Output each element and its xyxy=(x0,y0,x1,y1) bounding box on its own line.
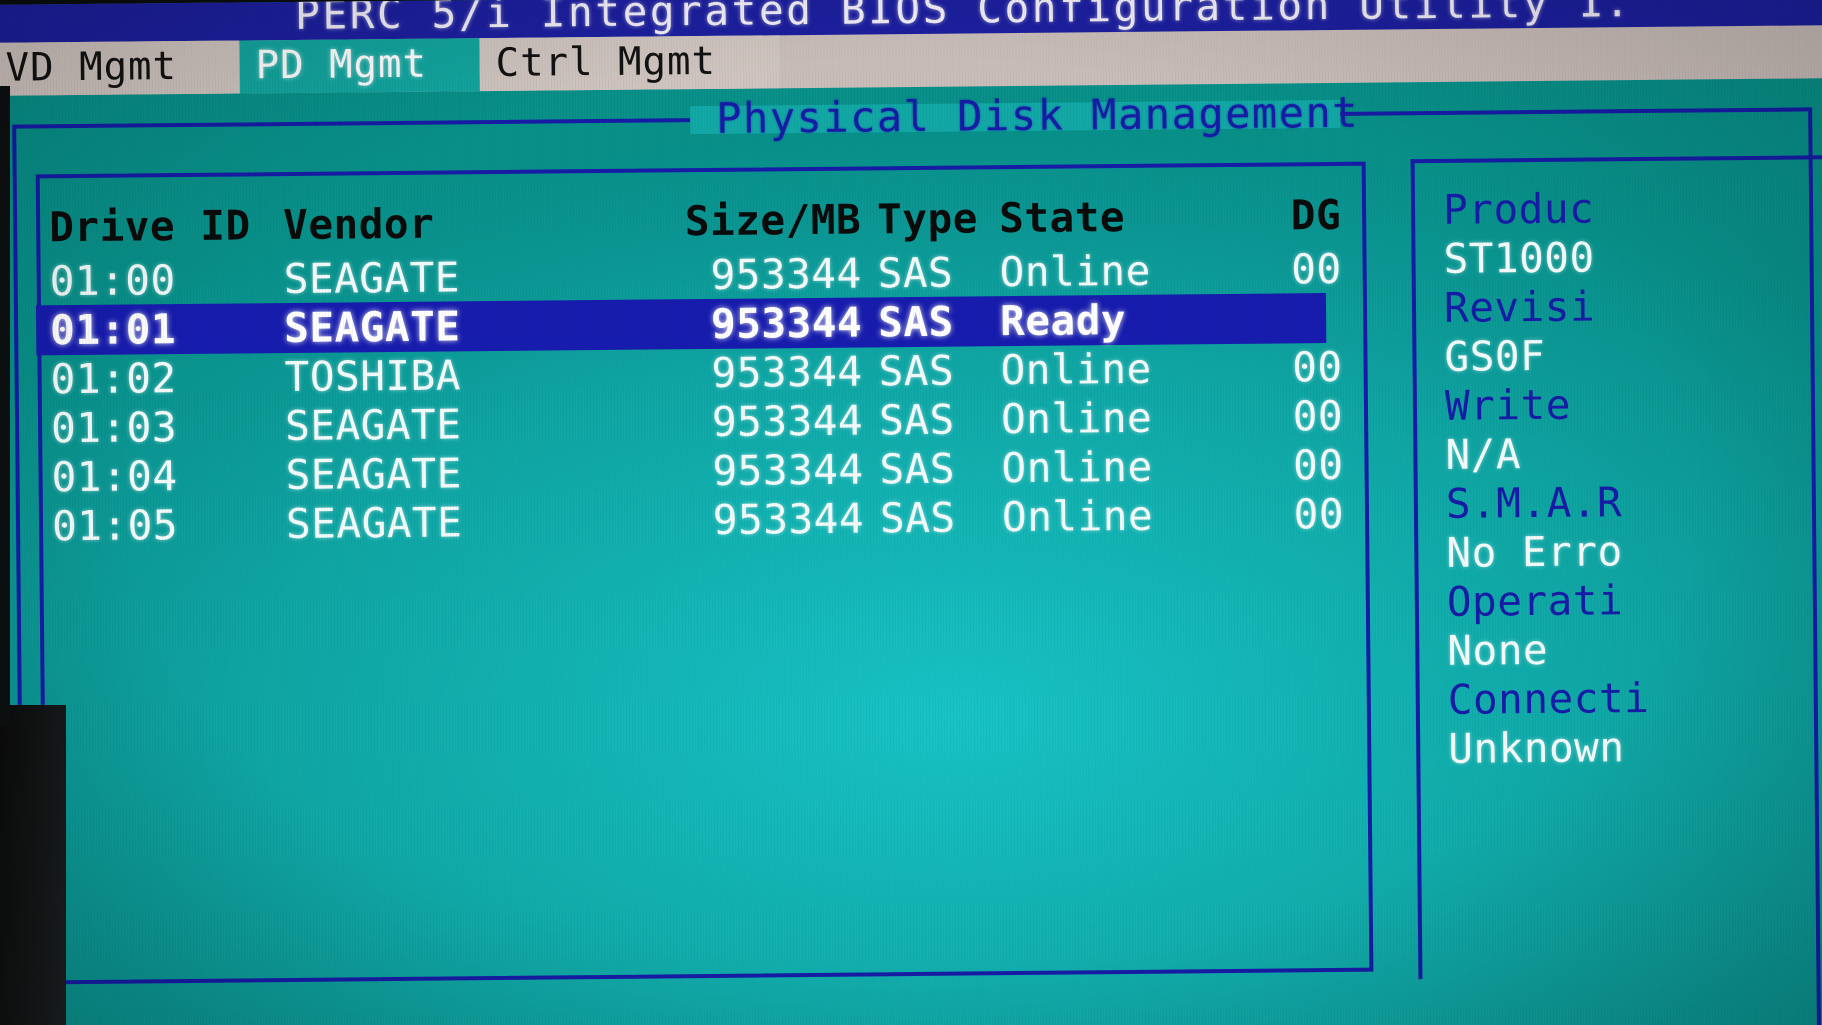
table-body: 01:00 SEAGATE 953344 SAS Online 00 01:01 SEAGAT… xyxy=(35,244,1552,552)
cell-dg: 00 xyxy=(1291,244,1342,294)
detail-value: N/A xyxy=(1445,430,1522,479)
detail-value: No Erro xyxy=(1446,527,1623,577)
cell-type: SAS xyxy=(879,493,956,543)
cell-type: SAS xyxy=(877,297,954,347)
monitor-bezel-left-lower xyxy=(0,705,66,1025)
cell-drive-id: 01:00 xyxy=(49,256,176,306)
column-header-dg: DG xyxy=(1290,190,1342,240)
physical-disk-table: Drive ID Vendor Size/MB Type State DG 01… xyxy=(35,186,1552,552)
cell-dg: 00 xyxy=(1292,391,1344,441)
cell-type: SAS xyxy=(878,395,955,445)
cell-vendor: SEAGATE xyxy=(283,253,461,304)
cell-drive-id: 01:03 xyxy=(50,403,178,453)
cell-dg: 00 xyxy=(1293,489,1345,539)
cell-vendor: SEAGATE xyxy=(285,449,463,500)
cell-dg xyxy=(1252,295,1342,345)
column-header-drive-id: Drive ID xyxy=(48,201,251,252)
disk-detail-lines: Produc ST1000 Revisi GS0F Write N/A S.M.A.R No… xyxy=(1443,183,1822,775)
detail-value: Unknown xyxy=(1448,723,1625,773)
cell-vendor: TOSHIBA xyxy=(284,351,462,402)
cell-drive-id: 01:01 xyxy=(49,305,177,355)
column-header-type: Type xyxy=(876,194,979,244)
cell-drive-id: 01:02 xyxy=(50,354,177,404)
cell-type: SAS xyxy=(878,346,955,396)
cell-dg: 00 xyxy=(1292,440,1344,490)
cell-vendor: SEAGATE xyxy=(285,498,463,549)
cell-type: SAS xyxy=(877,248,954,298)
detail-label: Operati xyxy=(1446,576,1624,626)
cell-type: SAS xyxy=(879,444,956,494)
cell-vendor: SEAGATE xyxy=(284,400,462,451)
detail-label: Produc xyxy=(1442,184,1595,234)
detail-value: GS0F xyxy=(1444,331,1546,381)
crt-photo-frame: PERC 5/i Integrated BIOS Configuration U… xyxy=(0,0,1822,1025)
cell-size: 953344 xyxy=(710,249,862,299)
detail-value: ST1000 xyxy=(1443,233,1595,283)
cell-size: 953344 xyxy=(711,347,863,397)
tab-pd-mgmt[interactable]: PD Mgmt xyxy=(239,38,480,94)
cell-size: 953344 xyxy=(710,298,863,348)
cell-drive-id: 01:05 xyxy=(51,501,179,551)
cell-vendor: SEAGATE xyxy=(283,302,461,353)
column-header-size: Size/MB xyxy=(684,195,862,246)
column-header-vendor: Vendor xyxy=(282,199,435,250)
cell-size: 953344 xyxy=(712,445,864,495)
section-heading: Physical Disk Management xyxy=(715,87,1360,143)
detail-label: Connecti xyxy=(1447,673,1650,724)
cell-drive-id: 01:04 xyxy=(51,452,178,502)
tab-vd-mgmt[interactable]: VD Mgmt xyxy=(0,40,240,96)
detail-value: None xyxy=(1447,625,1549,675)
tab-ctrl-mgmt[interactable]: Ctrl Mgmt xyxy=(479,35,780,92)
detail-label: Write xyxy=(1444,380,1572,430)
detail-label: Revisi xyxy=(1443,282,1596,332)
cell-size: 953344 xyxy=(711,396,864,446)
monitor-bezel-left-strip xyxy=(0,86,10,726)
bios-screen: PERC 5/i Integrated BIOS Configuration U… xyxy=(0,0,1822,1025)
cell-dg: 00 xyxy=(1291,342,1343,392)
cell-size: 953344 xyxy=(712,494,865,544)
detail-label: S.M.A.R xyxy=(1445,478,1623,528)
